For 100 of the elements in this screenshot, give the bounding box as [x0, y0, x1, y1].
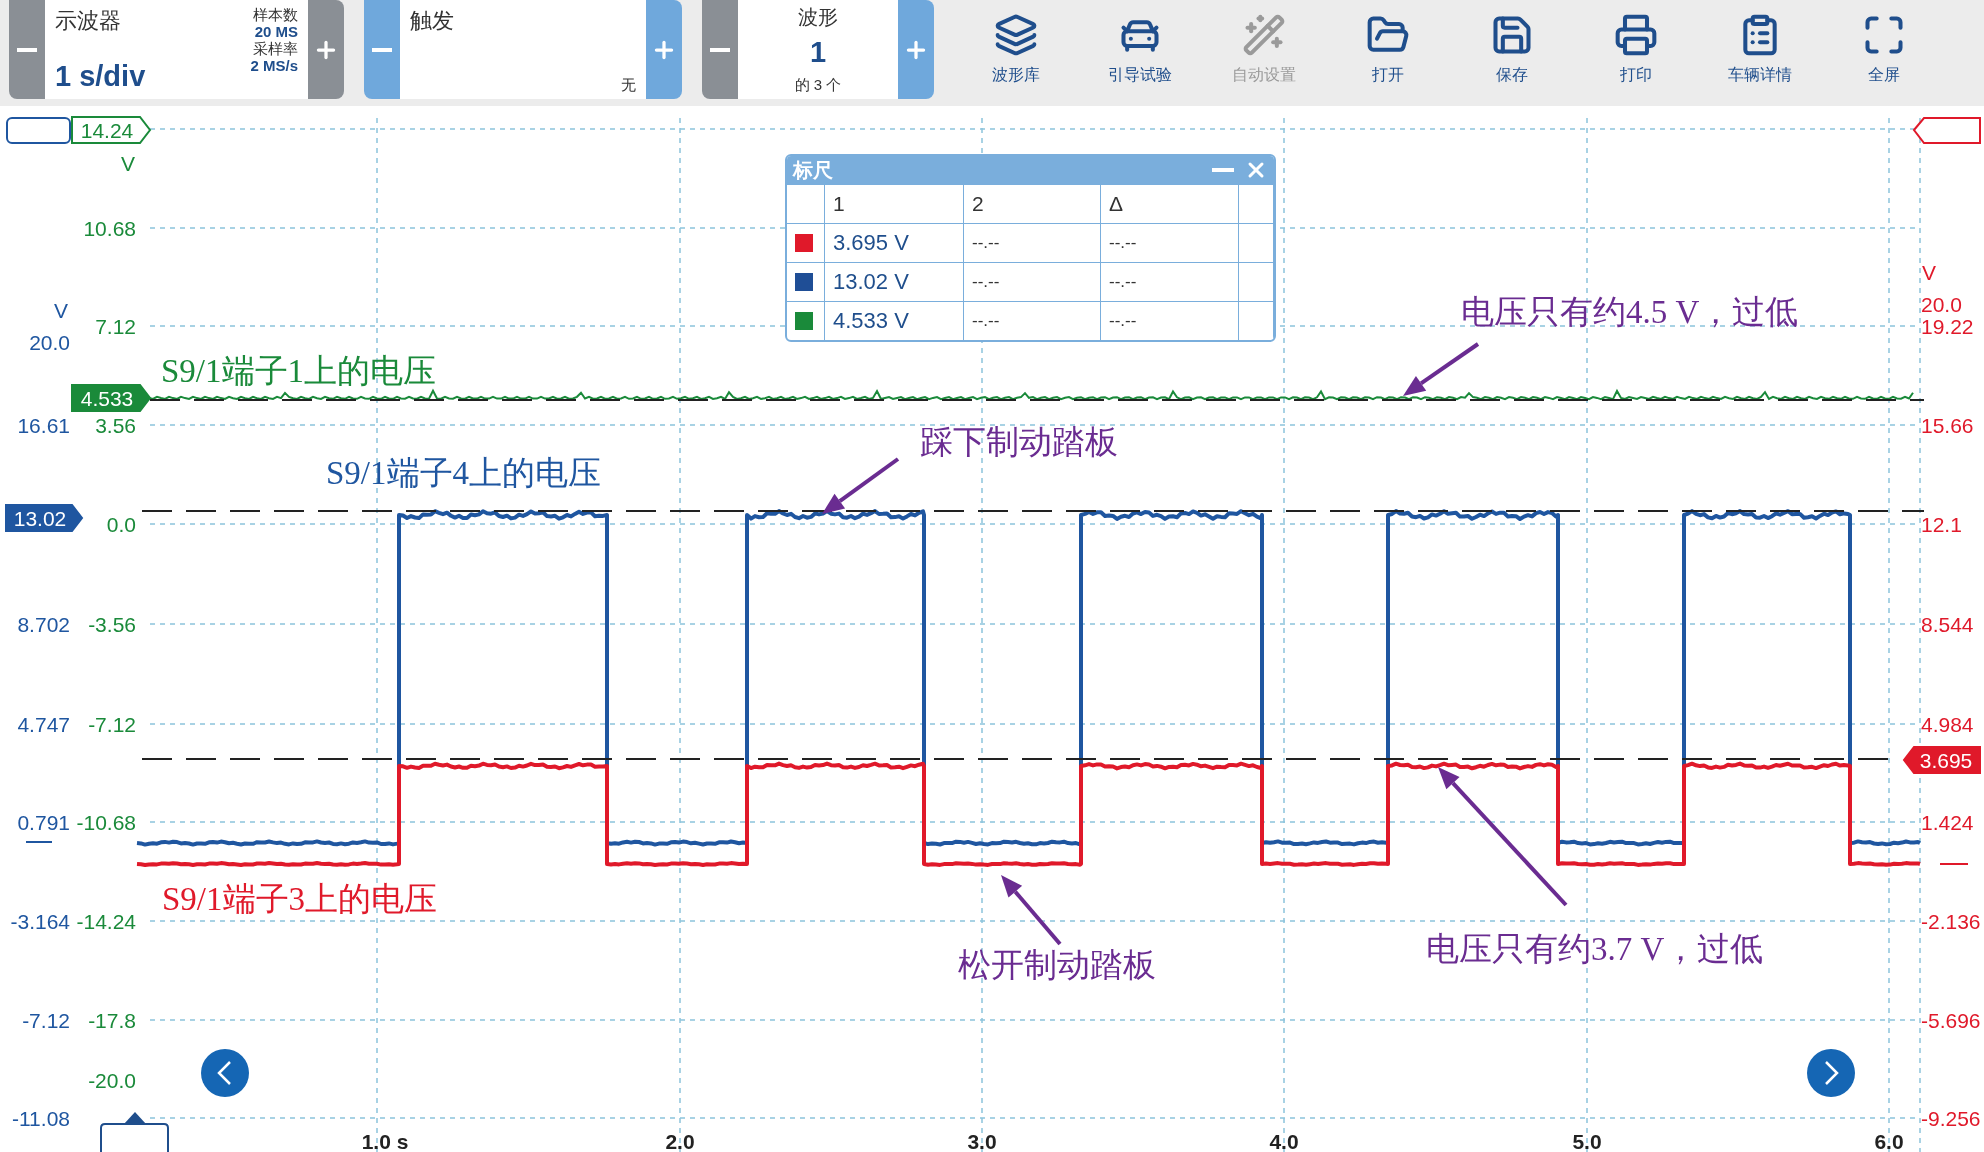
- axis-tick-label: 8.544: [1921, 613, 1974, 636]
- level-tick: [25, 841, 53, 843]
- minus-icon: [17, 47, 37, 52]
- annotation-text: 电压只有约4.5 V，过低: [1461, 294, 1799, 330]
- axis-tick-label: 0.791: [17, 811, 70, 834]
- column-header: Δ: [1109, 192, 1124, 216]
- expand-icon: [1862, 13, 1906, 57]
- axis-tick-label: 4.747: [17, 713, 70, 736]
- decrease-button[interactable]: [364, 0, 400, 99]
- annotation-text: 电压只有约3.7 V，过低: [1426, 931, 1764, 967]
- minus-icon: [1212, 168, 1234, 172]
- axis-unit: V: [1922, 261, 1936, 284]
- table-cell: 13.02 V: [833, 269, 909, 295]
- toolbar-button[interactable]: 波形库: [954, 0, 1078, 99]
- waveform-count: 的 3 个: [794, 76, 842, 93]
- toolbar-button[interactable]: 引导试验: [1078, 0, 1202, 99]
- axis-tick-label: -3.56: [88, 613, 136, 636]
- axis-tick-label: 8.702: [17, 613, 70, 636]
- column-header: 2: [972, 192, 984, 216]
- axis-tick-label: 7.12: [95, 315, 136, 338]
- decrease-button[interactable]: [702, 0, 738, 99]
- samples-value: 20 MS: [254, 23, 298, 40]
- time-tick-label: 1.0 s: [361, 1130, 409, 1152]
- toolbar-button[interactable]: 保存: [1450, 0, 1574, 99]
- annotation-text: S9/1端子3上的电压: [162, 881, 438, 917]
- axis-tick-label: 20.0: [1921, 293, 1962, 316]
- table-cell: --.--: [1109, 233, 1137, 253]
- annotation-text: 松开制动踏板: [958, 947, 1156, 983]
- axis-tick-label: -17.8: [88, 1009, 136, 1032]
- axis-tick-label: 1.424: [1921, 811, 1974, 834]
- trigger-mode: 无: [621, 76, 636, 93]
- channel-marker[interactable]: 4.533: [71, 384, 152, 412]
- axis-tick-label: -14.24: [76, 910, 136, 933]
- table-cell: --.--: [1109, 272, 1137, 292]
- cursor-handle[interactable]: [1912, 117, 1981, 144]
- toolbar-button[interactable]: 全屏: [1822, 0, 1946, 99]
- time-tick-label: 3.0: [967, 1130, 997, 1152]
- table-cell: 3.695 V: [833, 230, 909, 256]
- axis-tick-label: 16.61: [17, 414, 70, 437]
- timebase-value: 1 s/div: [55, 60, 146, 93]
- axis-tick-label: 12.1: [1921, 513, 1962, 536]
- minus-icon: [710, 47, 730, 52]
- scroll-right-button[interactable]: [1807, 1049, 1855, 1097]
- annotation-text: S9/1端子1上的电压: [161, 353, 437, 389]
- axis-tick-label: 0.0: [106, 513, 136, 536]
- samples-label: 样本数: [253, 6, 298, 23]
- table-cell: --.--: [972, 233, 1000, 253]
- panel-title: 波形: [798, 6, 838, 28]
- time-tick-label: 4.0: [1269, 1130, 1299, 1152]
- level-tick: [1939, 863, 1969, 865]
- toolbar-button[interactable]: 打印: [1574, 0, 1698, 99]
- scroll-left-button[interactable]: [201, 1049, 249, 1097]
- increase-button[interactable]: [898, 0, 934, 99]
- channel-marker[interactable]: 14.24: [71, 116, 152, 144]
- channel-marker[interactable]: 3.695: [1902, 746, 1981, 774]
- time-tick-label: 2.0: [665, 1130, 695, 1152]
- decrease-button[interactable]: [9, 0, 45, 99]
- axis-tick-label: 15.66: [1921, 414, 1974, 437]
- save-icon: [1490, 13, 1534, 57]
- column-header: 1: [833, 192, 845, 216]
- axis-tick-label: 20.0: [29, 331, 70, 354]
- annotation-text: S9/1端子4上的电压: [326, 455, 602, 491]
- waveform-index: 1: [809, 35, 827, 69]
- time-tick-label: 5.0: [1572, 1130, 1602, 1152]
- window-title: 标尺: [793, 157, 834, 183]
- table-cell: 4.533 V: [833, 308, 909, 334]
- minus-icon: [372, 47, 392, 52]
- printer-icon: [1614, 13, 1658, 57]
- axis-tick-label: -5.696: [1921, 1009, 1981, 1032]
- axis-tick-label: -3.164: [10, 910, 70, 933]
- table-cell: --.--: [972, 272, 1000, 292]
- axis-tick-label: 10.68: [83, 217, 136, 240]
- axis-tick-label: -2.136: [1921, 910, 1981, 933]
- annotation-arrow: [1001, 875, 1062, 946]
- increase-button[interactable]: [308, 0, 344, 99]
- wand-icon: [1242, 13, 1286, 57]
- channel-marker[interactable]: 13.02: [5, 504, 84, 532]
- annotation-text: 踩下制动踏板: [920, 424, 1118, 460]
- axis-tick-label: -7.12: [22, 1009, 70, 1032]
- table-cell: --.--: [1109, 311, 1137, 331]
- cursor-handle[interactable]: [100, 1112, 169, 1152]
- panel-title: 触发: [410, 7, 454, 35]
- increase-button[interactable]: [646, 0, 682, 99]
- axis-tick-label: 19.22: [1921, 315, 1974, 338]
- toolbar-button[interactable]: 打开: [1326, 0, 1450, 99]
- rate-label: 采样率: [253, 40, 298, 57]
- layers-icon: [994, 13, 1038, 57]
- time-tick-label: 6.0: [1874, 1130, 1904, 1152]
- rate-value: 2 MS/s: [250, 57, 298, 74]
- axis-unit: V: [121, 152, 135, 175]
- axis-tick-label: -9.256: [1921, 1107, 1981, 1130]
- panel-title: 示波器: [55, 7, 121, 35]
- cursor-handle[interactable]: [6, 117, 71, 144]
- axis-tick-label: 4.984: [1921, 713, 1974, 736]
- axis-tick-label: -20.0: [88, 1069, 136, 1092]
- axis-unit: V: [54, 299, 68, 322]
- axis-tick-label: -10.68: [76, 811, 136, 834]
- table-cell: --.--: [972, 311, 1000, 331]
- toolbar-button[interactable]: 车辆详情: [1698, 0, 1822, 99]
- axis-tick-label: 3.56: [95, 414, 136, 437]
